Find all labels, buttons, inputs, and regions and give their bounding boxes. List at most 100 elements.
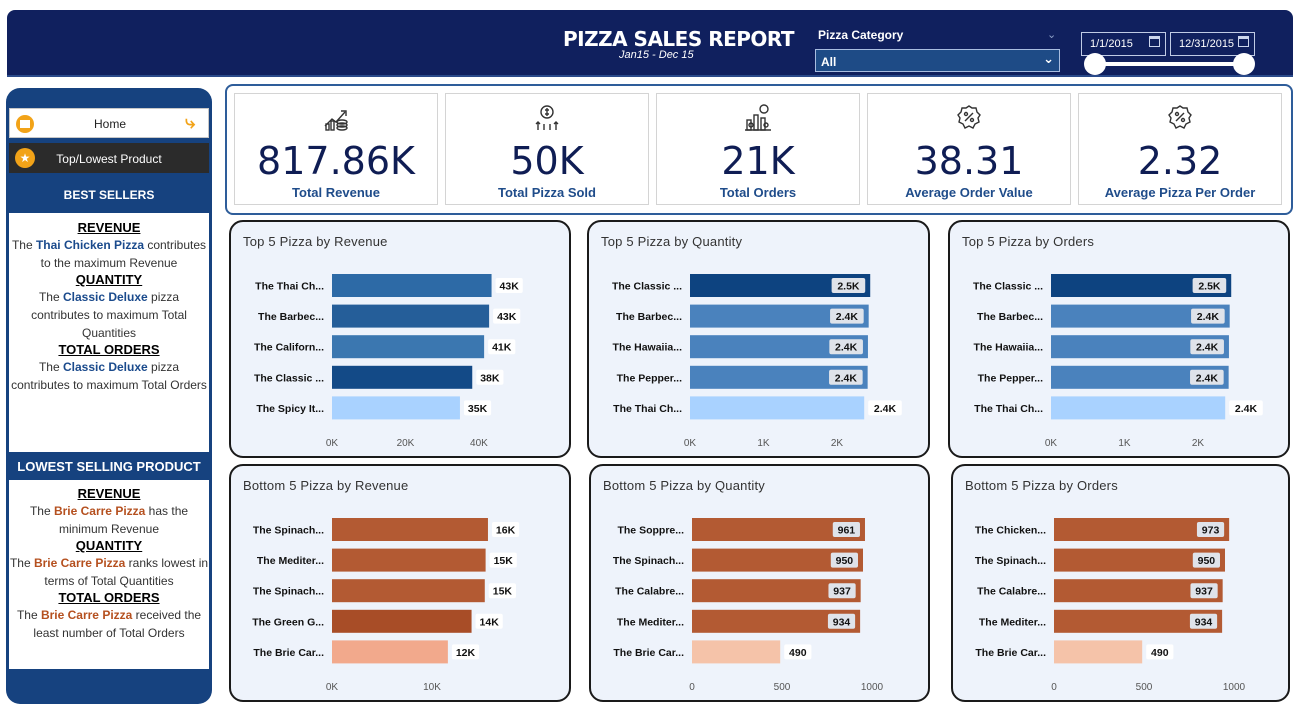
chart-top5-orders: Top 5 Pizza by Orders The Classic ... 2.5… <box>948 220 1290 458</box>
best-sellers-panel: REVENUE The Thai Chicken Pizza contribut… <box>9 213 209 452</box>
calendar-icon[interactable] <box>1149 36 1160 47</box>
data-label: 950 <box>836 555 854 567</box>
x-tick-label: 1000 <box>861 682 884 693</box>
chart-top5-quantity-plot: The Classic ... 2.5K The Barbec... 2.4K The … <box>612 274 902 449</box>
x-tick-label: 1000 <box>1223 682 1246 693</box>
percent-badge-icon <box>868 104 1070 135</box>
kpi-card-total-revenue: 817.86K Total Revenue <box>234 93 438 205</box>
x-tick-label: 0 <box>1051 682 1057 693</box>
date-range-slider[interactable] <box>1095 62 1245 66</box>
kpi-label: Average Pizza Per Order <box>1104 185 1256 200</box>
data-label: 2.4K <box>835 342 858 354</box>
low-revenue-pizza: Brie Carre Pizza <box>53 504 146 518</box>
start-date-value: 1/1/2015 <box>1090 38 1133 50</box>
x-tick-label: 0 <box>689 682 695 693</box>
data-label: 43K <box>500 281 520 293</box>
chevron-down-icon[interactable]: ⌄ <box>1047 28 1056 41</box>
bar-category-label: The Spinach... <box>613 555 684 567</box>
data-label: 2.4K <box>836 311 859 323</box>
x-tick-label: 1K <box>1118 438 1131 449</box>
dropdown-arrow-icon: ⌄ <box>1043 51 1054 66</box>
x-tick-label: 20K <box>397 438 415 449</box>
bar-category-label: The Calabre... <box>977 586 1046 598</box>
data-label: 973 <box>1202 525 1220 537</box>
low-orders-pizza: Brie Carre Pizza <box>40 608 133 622</box>
kpi-panel: 817.86K Total Revenue 50K Total Pizza So… <box>225 84 1293 215</box>
bar-category-label: The Mediter... <box>617 616 684 628</box>
bar-category-label: The Classic ... <box>973 281 1043 293</box>
bar-category-label: The Barbec... <box>977 311 1043 323</box>
data-label: 2.5K <box>1198 281 1221 293</box>
pizza-category-label: Pizza Category <box>818 28 904 42</box>
best-revenue-pre: The <box>11 238 36 252</box>
percent-badge-icon <box>1079 104 1281 135</box>
kpi-value: 2.32 <box>1137 139 1223 183</box>
x-tick-label: 2K <box>831 438 844 449</box>
best-quantity-heading: QUANTITY <box>75 272 143 287</box>
back-arrow-icon[interactable]: ⤷ <box>185 112 195 133</box>
bar-category-label: The Chicken... <box>975 525 1046 537</box>
kpi-card-average-pizza-per-order: 2.32 Average Pizza Per Order <box>1078 93 1282 205</box>
orders-chart-icon <box>657 104 859 137</box>
bar-category-label: The Spicy It... <box>256 403 324 415</box>
low-orders-block: TOTAL ORDERS The Brie Carre Pizza receiv… <box>9 590 209 642</box>
sidebar: Home ⤷ ★ Top/Lowest Product BEST SELLERS… <box>6 88 212 704</box>
bar <box>332 396 460 420</box>
slider-start-handle[interactable] <box>1084 53 1106 75</box>
best-revenue-pizza: Thai Chicken Pizza <box>35 238 144 252</box>
best-orders-heading: TOTAL ORDERS <box>58 342 160 357</box>
data-label: 15K <box>494 555 514 567</box>
data-label: 2.4K <box>1235 403 1258 415</box>
pizza-category-value: All <box>821 55 837 69</box>
bar-category-label: The Thai Ch... <box>974 403 1043 415</box>
home-button[interactable]: Home ⤷ <box>9 108 209 138</box>
page-title: PIZZA SALES REPORT <box>563 27 795 51</box>
bar-category-label: The Mediter... <box>257 555 324 567</box>
bar <box>332 335 485 359</box>
x-tick-label: 500 <box>774 682 791 693</box>
chart-top5-revenue: Top 5 Pizza by Revenue The Thai Ch... 43K… <box>229 220 571 458</box>
bar-category-label: The Hawaiia... <box>974 342 1044 354</box>
bar <box>332 579 485 603</box>
data-label: 14K <box>480 616 500 628</box>
data-label: 937 <box>1195 586 1213 598</box>
data-label: 15K <box>493 586 513 598</box>
revenue-chart-icon <box>235 104 437 137</box>
calendar-icon[interactable] <box>1238 36 1249 47</box>
chart-bottom5-revenue-plot: The Spinach... 16K The Mediter... 15K The Sp… <box>252 518 520 693</box>
best-revenue-block: REVENUE The Thai Chicken Pizza contribut… <box>9 220 209 272</box>
slider-end-handle[interactable] <box>1233 53 1255 75</box>
top-lowest-product-button[interactable]: ★ Top/Lowest Product <box>9 143 209 173</box>
kpi-value: 38.31 <box>914 139 1024 183</box>
kpi-value: 817.86K <box>257 139 415 183</box>
bar-category-label: The Mediter... <box>979 616 1046 628</box>
page-subtitle: Jan15 - Dec 15 <box>619 49 694 61</box>
bar-category-label: The Californ... <box>254 342 324 354</box>
kpi-label: Total Orders <box>719 185 797 200</box>
kpi-card-total-orders: 21K Total Orders <box>656 93 860 205</box>
bar-category-label: The Barbec... <box>616 311 682 323</box>
data-label: 961 <box>838 525 856 537</box>
bar-category-label: The Classic ... <box>612 281 682 293</box>
data-label: 934 <box>833 616 851 628</box>
x-tick-label: 0K <box>1045 438 1058 449</box>
x-tick-label: 2K <box>1192 438 1205 449</box>
chart-top5-quantity: Top 5 Pizza by Quantity The Classic ... 2… <box>587 220 930 458</box>
kpi-label: Total Pizza Sold <box>498 185 596 200</box>
chart-bottom5-orders-plot: The Chicken... 973 The Spinach... 950 The Ca… <box>975 518 1246 693</box>
data-label: 41K <box>492 342 512 354</box>
bar-category-label: The Thai Ch... <box>255 281 324 293</box>
kpi-card-total-pizza-sold: 50K Total Pizza Sold <box>445 93 649 205</box>
low-quantity-heading: QUANTITY <box>75 538 143 553</box>
chart-bottom5-quantity-plot: The Soppre... 961 The Spinach... 950 The Cal… <box>613 518 884 693</box>
x-tick-label: 0K <box>326 438 339 449</box>
best-orders-pre: The <box>38 360 63 374</box>
pizza-category-select[interactable]: All ⌄ <box>815 49 1060 72</box>
bar-category-label: The Spinach... <box>975 555 1046 567</box>
best-sellers-heading: BEST SELLERS <box>63 188 155 202</box>
bar-category-label: The Spinach... <box>253 586 324 598</box>
bar-category-label: The Classic ... <box>254 372 324 384</box>
data-label: 950 <box>1198 555 1216 567</box>
bar-category-label: The Soppre... <box>617 525 684 537</box>
bar-category-label: The Barbec... <box>258 311 324 323</box>
